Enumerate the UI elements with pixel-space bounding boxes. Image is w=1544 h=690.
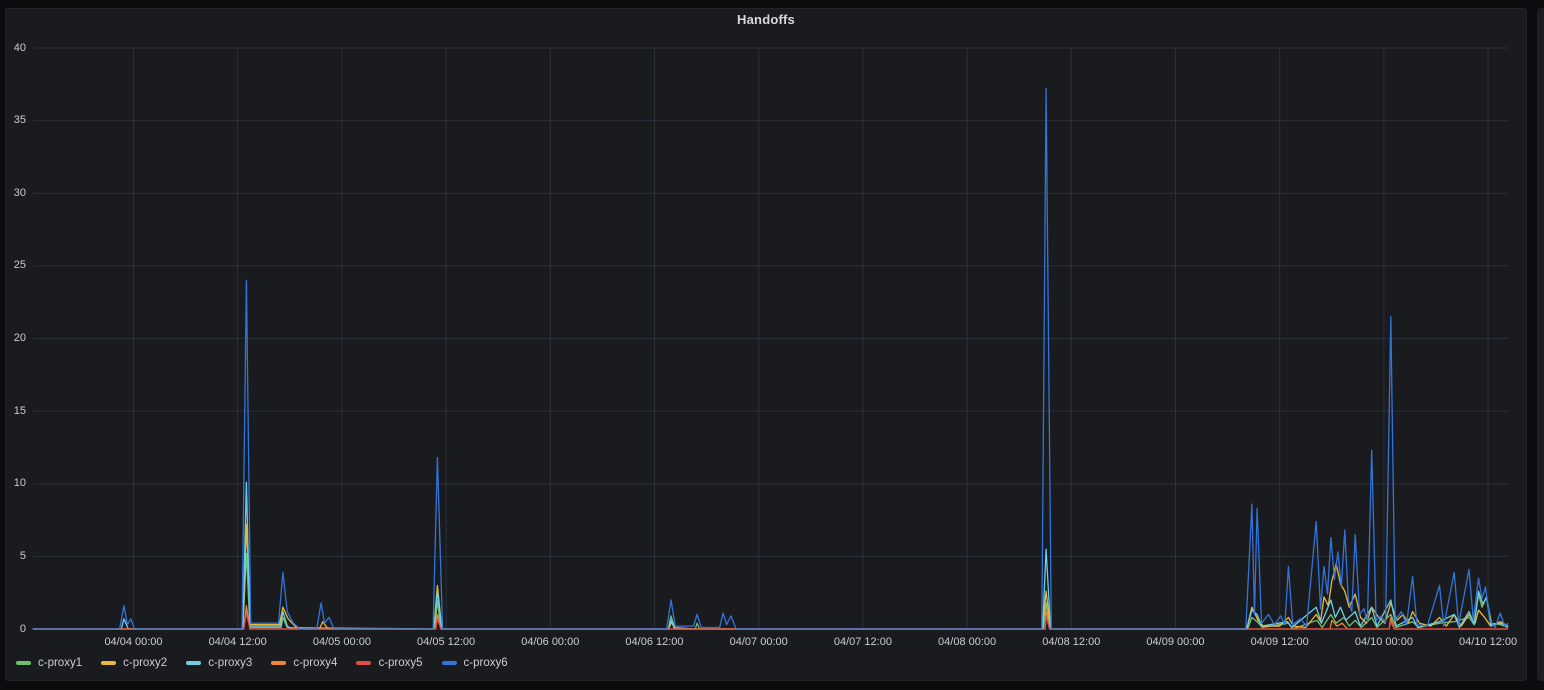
x-axis-tick-label: 04/08 12:00: [1042, 636, 1101, 648]
x-axis-tick-label: 04/06 12:00: [625, 636, 684, 648]
time-series-plot[interactable]: [0, 0, 1544, 690]
series-line-c-proxy2: [32, 523, 1509, 630]
series-line-c-proxy3: [32, 481, 1509, 630]
legend-color-swatch: [271, 661, 287, 665]
legend-item-c-proxy2[interactable]: c-proxy2: [101, 656, 167, 670]
y-axis-tick-label: 5: [19, 549, 26, 562]
legend-color-swatch: [16, 661, 31, 665]
x-axis-tick-label: 04/08 00:00: [938, 636, 997, 648]
y-axis-tick-label: 15: [13, 404, 26, 417]
legend-item-c-proxy1[interactable]: c-proxy1: [16, 656, 82, 670]
legend-item-c-proxy4[interactable]: c-proxy4: [271, 656, 337, 670]
grid-lines: [33, 47, 1508, 630]
legend-color-swatch: [356, 661, 372, 665]
legend-item-c-proxy6[interactable]: c-proxy6: [441, 656, 508, 670]
y-axis-tick-label: 35: [13, 114, 26, 127]
legend-label: c-proxy4: [293, 657, 338, 669]
x-axis-tick-label: 04/10 00:00: [1354, 636, 1413, 648]
legend-label: c-proxy3: [208, 657, 253, 669]
legend-label: c-proxy6: [463, 657, 508, 669]
legend-label: c-proxy1: [38, 657, 83, 669]
x-axis-tick-label: 04/07 12:00: [833, 636, 892, 648]
legend-item-c-proxy3[interactable]: c-proxy3: [186, 656, 252, 670]
legend-label: c-proxy5: [378, 657, 423, 669]
x-axis-tick-label: 04/07 00:00: [729, 636, 788, 648]
legend-item-c-proxy5[interactable]: c-proxy5: [356, 656, 423, 670]
legend-color-swatch: [186, 661, 202, 665]
legend: c-proxy1 c-proxy2 c-proxy3 c-proxy4 c-proxy5…: [16, 656, 508, 670]
x-axis-tick-label: 04/10 12:00: [1459, 636, 1518, 648]
series-lines: [32, 88, 1509, 630]
x-axis-tick-label: 04/09 12:00: [1250, 636, 1309, 648]
y-axis-tick-label: 10: [13, 477, 26, 490]
x-axis-tick-label: 04/05 00:00: [312, 636, 371, 648]
y-axis-tick-label: 25: [13, 259, 26, 272]
x-axis-tick-label: 04/09 00:00: [1146, 636, 1205, 648]
x-axis-tick-label: 04/06 00:00: [521, 636, 580, 648]
x-axis-tick-label: 04/04 12:00: [208, 636, 267, 648]
x-axis-tick-label: 04/05 12:00: [417, 636, 476, 648]
legend-label: c-proxy2: [123, 657, 168, 669]
legend-color-swatch: [441, 661, 457, 665]
y-axis-tick-label: 0: [19, 622, 26, 635]
series-line-c-proxy6: [32, 88, 1509, 630]
y-axis-tick-label: 20: [13, 332, 26, 344]
x-axis-tick-label: 04/04 00:00: [104, 636, 163, 648]
legend-color-swatch: [101, 661, 117, 665]
y-axis-tick-label: 40: [13, 41, 26, 54]
y-axis-tick-label: 30: [13, 186, 26, 199]
